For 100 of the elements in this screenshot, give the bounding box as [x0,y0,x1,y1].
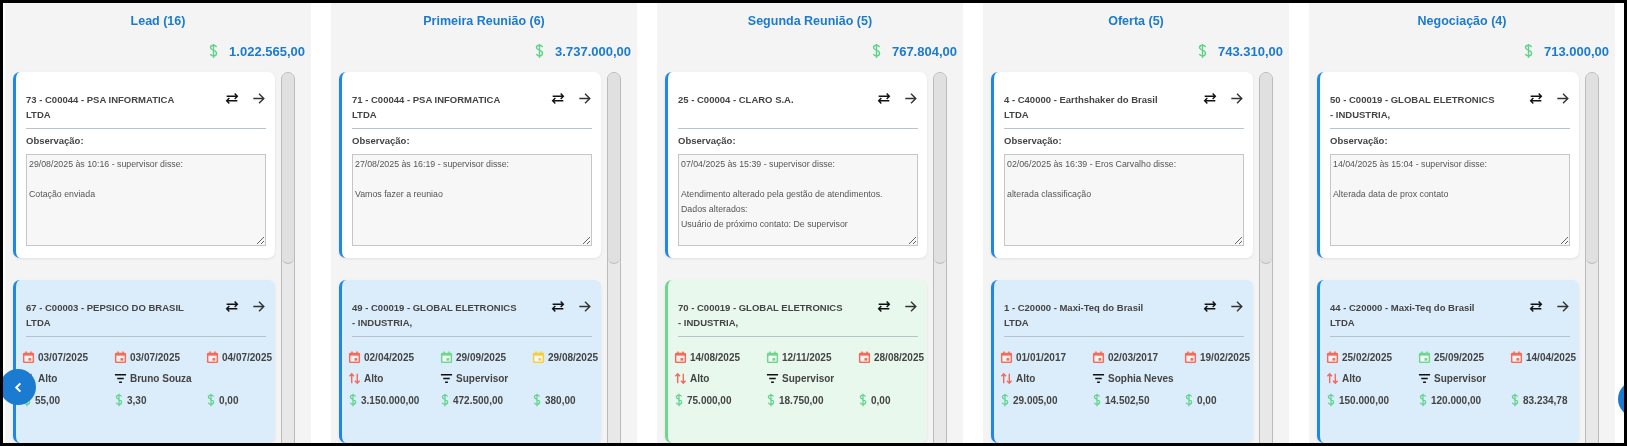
date-text: 25/09/2025 [1434,352,1485,363]
arrow-right-icon[interactable] [252,300,266,313]
dollar-icon [208,43,220,59]
arrow-right-icon[interactable] [578,92,592,105]
card-title: 49 - C00019 - GLOBAL ELETRONICS - INDUSTRIA, [352,301,517,330]
amount-text: 472.500,00 [453,394,504,406]
date-text: 03/07/2025 [38,352,89,363]
sort-arrows-icon [1000,372,1013,385]
swap-icon[interactable] [1528,300,1544,313]
column-title: Oferta (5) [1107,13,1165,30]
notes-field[interactable]: 27/08/2025 às 16:19 - supervisor disse: Vamos fazer a reuniao [352,154,592,246]
dollar-icon [766,393,776,407]
dollar-icon [1000,393,1010,407]
arrow-right-icon[interactable] [252,92,266,105]
arrow-right-icon[interactable] [904,300,918,313]
date-text: 14/08/2025 [690,352,741,363]
swap-icon[interactable] [224,92,240,105]
dollar-icon [1196,43,1208,59]
date-text: 01/01/2017 [1016,352,1067,363]
dollar-icon [1510,393,1520,407]
dollar-icon [206,393,216,407]
amount-text: 18.750,00 [779,394,824,406]
arrow-right-icon[interactable] [578,300,592,313]
date-text: 12/11/2025 [782,352,832,363]
deal-card[interactable]: 70 - C00019 - GLOBAL ELETRONICS - INDUSTRIA, 14/08/2025 12/11/2025 28/08/2025 Alto Supervisor 75.000,00 18.750,00 0,00 [665,280,927,443]
amount-text: 14.502,50 [1105,394,1150,406]
card-title: 67 - C00003 - PEPSICO DO BRASIL LTDA [26,301,185,330]
notes-label: Observação: [1330,135,1389,146]
dollar-icon [532,393,542,407]
filter-icon [1092,372,1105,385]
amount-text: 55,00 [35,394,61,406]
date-text: 14/04/2025 [1526,352,1577,363]
column-title: Lead (16) [129,13,187,30]
swap-icon[interactable] [1202,92,1218,105]
scrollbar[interactable] [933,72,947,443]
deal-card[interactable]: 44 - C20000 - Maxi-Teq do Brasil LTDA 25/02/2025 25/09/2025 14/04/2025 Alto Supervisor 150.000,00 120.000,00 83.234,78 [1317,280,1579,443]
card-title: 50 - C00019 - GLOBAL ELETRONICS - INDUSTRIA, [1330,93,1495,122]
deal-card[interactable]: 49 - C00019 - GLOBAL ELETRONICS - INDUSTRIA, 02/04/2025 29/09/2025 29/08/2025 Alto Supervisor 3.150.000,00 472.500,00 380,00 [339,280,601,443]
arrow-right-icon[interactable] [1556,300,1570,313]
priority-text: Alto [364,373,384,384]
sort-arrows-icon [674,372,687,385]
dollar-icon [534,43,546,59]
date-text: 29/09/2025 [456,352,507,363]
swap-icon[interactable] [550,300,566,313]
date-text: 02/03/2017 [1108,352,1159,363]
amount-text: 3,30 [127,394,147,406]
amount-text: 75.000,00 [687,394,732,406]
owner-text: Supervisor [1434,373,1487,384]
deal-card[interactable]: 50 - C00019 - GLOBAL ELETRONICS - INDUSTRIA, Observação: 14/04/2025 às 15:04 - supervisor disse: Alterada data de prox contato [1317,72,1579,258]
card-title: 73 - C00044 - PSA INFORMATICA LTDA [26,93,175,122]
date-text: 29/08/2025 [548,352,599,363]
arrow-right-icon[interactable] [1230,300,1244,313]
notes-field[interactable]: 14/04/2025 às 15:04 - supervisor disse: Alterada data de prox contato [1330,154,1570,246]
amount-text: 120.000,00 [1431,394,1482,406]
swap-icon[interactable] [876,92,892,105]
date-text: 04/07/2025 [222,352,273,363]
scrollbar[interactable] [281,72,295,443]
dollar-icon [348,393,358,407]
notes-label: Observação: [678,135,737,146]
deal-card[interactable]: 25 - C00004 - CLARO S.A. Observação: 07/04/2025 às 15:39 - supervisor disse: Atendimento alterado pela gestão de atendimentos. Dados alterados: Usuário de próximo contato: De supervisor [665,72,927,258]
dollar-icon [114,393,124,407]
scrollbar[interactable] [1585,72,1599,443]
notes-field[interactable]: 02/06/2025 às 16:39 - Eros Carvalho disse: alterada classificação [1004,154,1244,246]
amount-text: 150.000,00 [1339,394,1390,406]
sort-arrows-icon [1326,372,1339,385]
notes-field[interactable]: 07/04/2025 às 15:39 - supervisor disse: Atendimento alterado pela gestão de atendimentos. Dados alterados: Usuário de próximo contato: De supervisor [678,154,918,246]
deal-card[interactable]: 1 - C20000 - Maxi-Teq do Brasil LTDA 01/01/2017 02/03/2017 19/02/2025 Alto Sophia Neves 29.005,00 14.502,50 0,00 [991,280,1253,443]
card-title: 71 - C00044 - PSA INFORMATICA LTDA [352,93,501,122]
arrow-right-icon[interactable] [1556,92,1570,105]
priority-text: Alto [1016,373,1036,384]
owner-text: Supervisor [456,373,509,384]
scrollbar[interactable] [1259,72,1273,443]
priority-text: Alto [38,373,58,384]
deal-card[interactable]: 73 - C00044 - PSA INFORMATICA LTDA Observação: 29/08/2025 às 10:16 - supervisor disse: Cotação enviada [13,72,275,258]
swap-icon[interactable] [224,300,240,313]
filter-icon [766,372,779,385]
dollar-icon [1522,43,1534,59]
deal-card[interactable]: 4 - C40000 - Earthshaker do Brasil LTDA Observação: 02/06/2025 às 16:39 - Eros Carvalho disse: alterada classificação [991,72,1253,258]
scrollbar[interactable] [607,72,621,443]
notes-field[interactable]: 29/08/2025 às 10:16 - supervisor disse: Cotação enviada [26,154,266,246]
notes-label: Observação: [26,135,85,146]
swap-icon[interactable] [1528,92,1544,105]
date-text: 25/02/2025 [1342,352,1393,363]
card-title: 44 - C20000 - Maxi-Teq do Brasil LTDA [1330,301,1476,330]
owner-text: Supervisor [782,373,835,384]
card-title: 25 - C00004 - CLARO S.A. [678,93,795,107]
filter-icon [114,372,127,385]
amount-text: 0,00 [871,394,891,406]
deal-card[interactable]: 67 - C00003 - PEPSICO DO BRASIL LTDA 03/07/2025 03/07/2025 04/07/2025 Alto Bruno Souza 55,00 3,30 0,00 [13,280,275,443]
deal-card[interactable]: 71 - C00044 - PSA INFORMATICA LTDA Observação: 27/08/2025 às 16:19 - supervisor disse: Vamos fazer a reuniao [339,72,601,258]
dollar-icon [870,43,882,59]
swap-icon[interactable] [1202,300,1218,313]
swap-icon[interactable] [550,92,566,105]
swap-icon[interactable] [876,300,892,313]
arrow-right-icon[interactable] [904,92,918,105]
amount-text: 0,00 [219,394,239,406]
arrow-right-icon[interactable] [1230,92,1244,105]
card-title: 4 - C40000 - Earthshaker do Brasil LTDA [1004,93,1159,122]
dollar-icon [1092,393,1102,407]
sort-arrows-icon [348,372,361,385]
